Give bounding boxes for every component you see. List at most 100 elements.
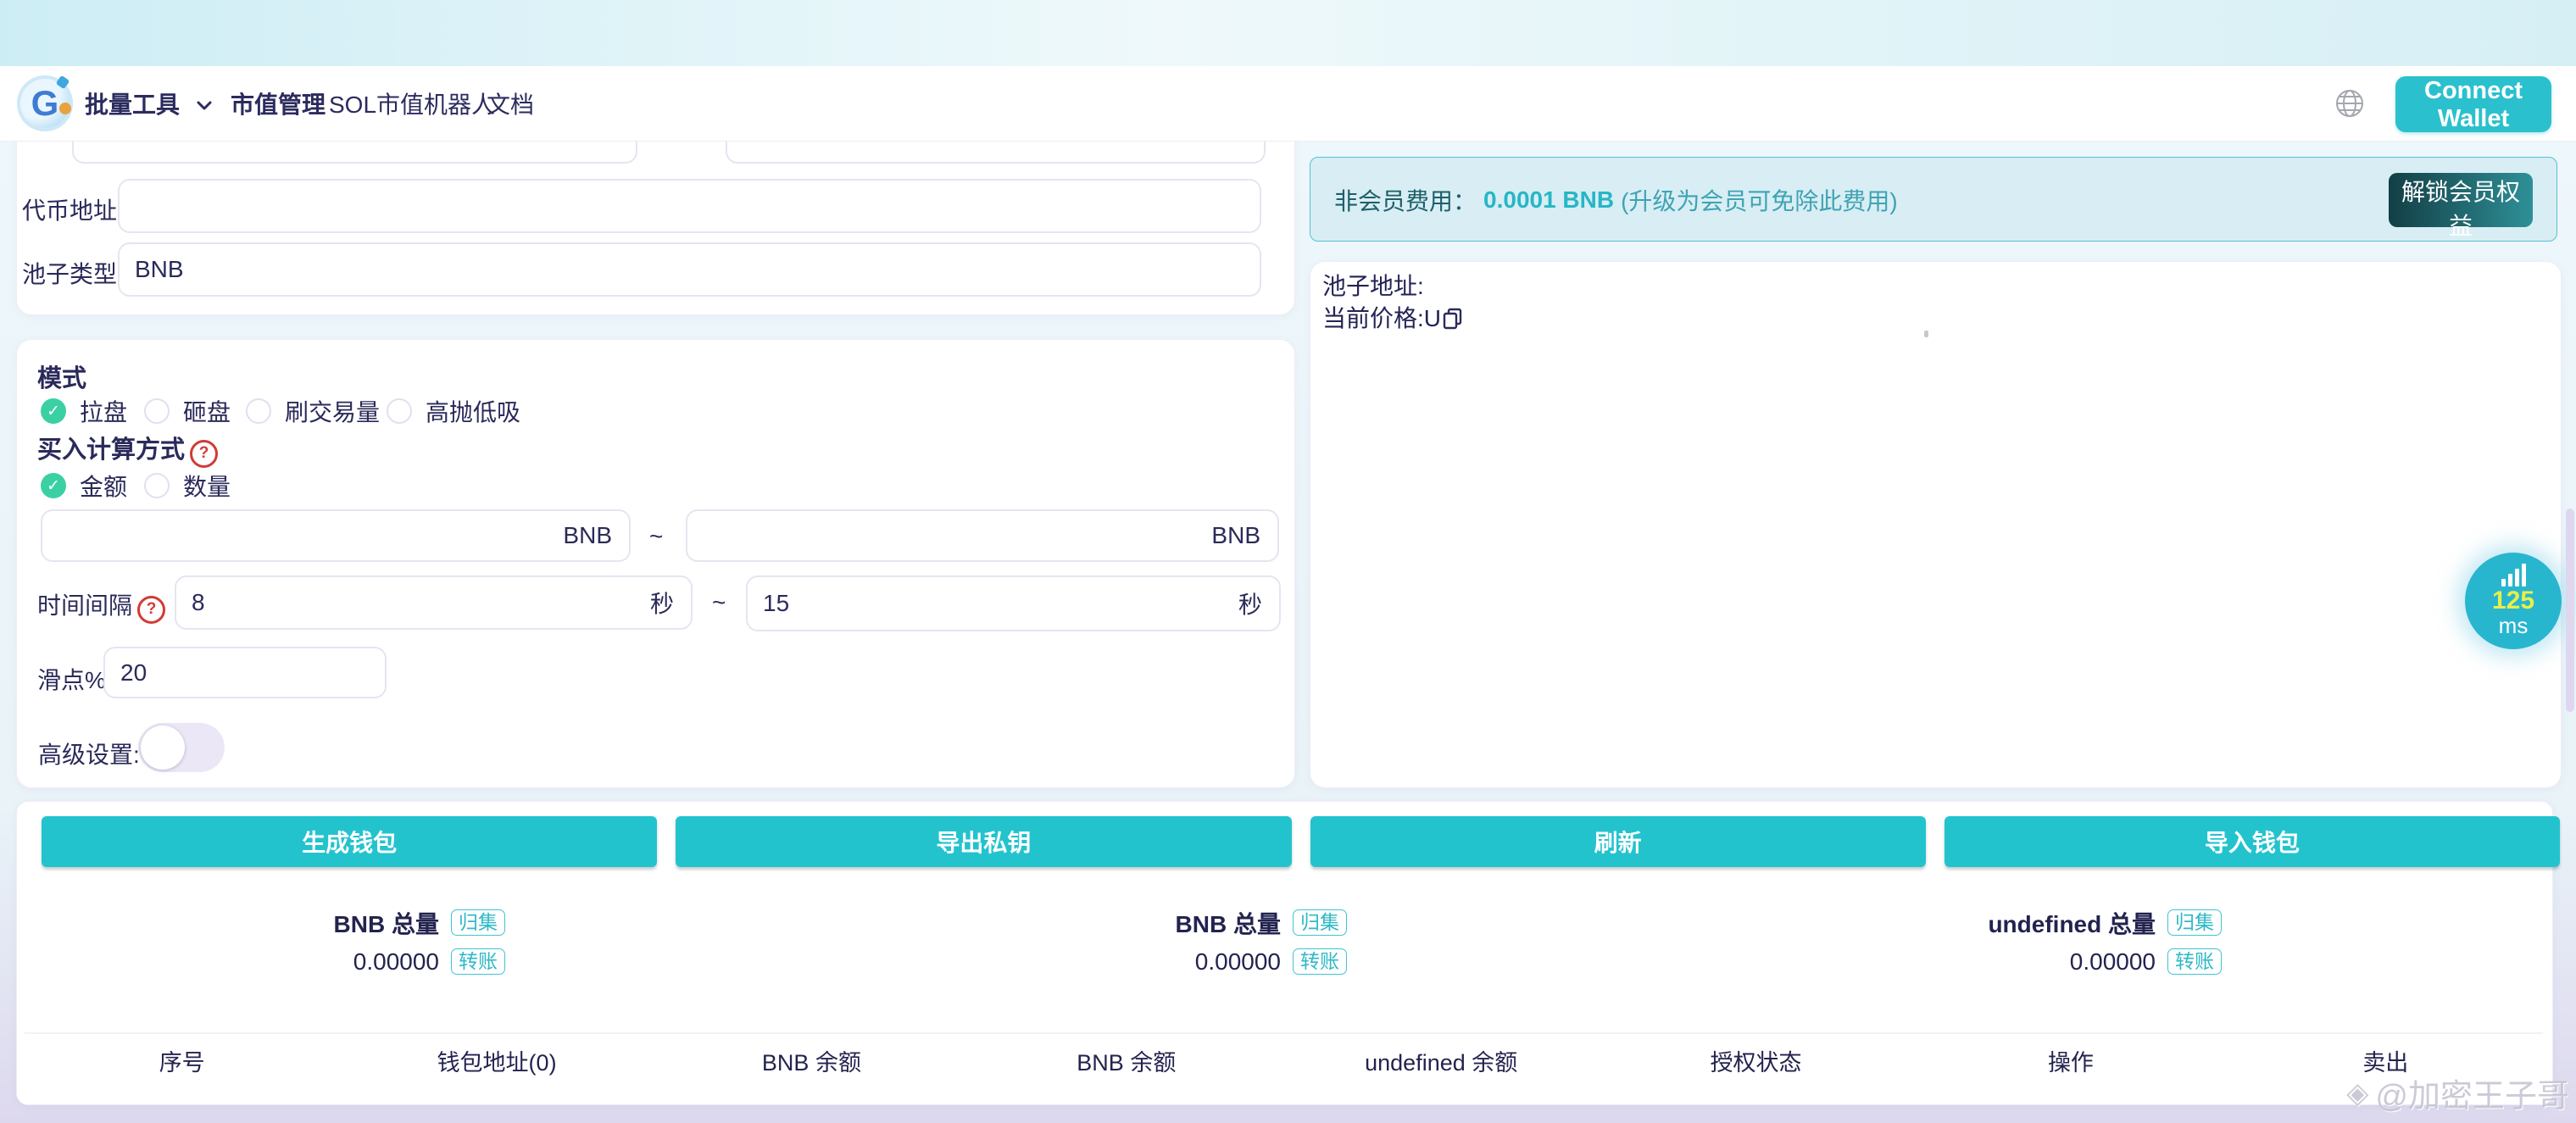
total-group-bnb-2: BNB 总量 归集 0.00000 转账 <box>1008 907 1347 977</box>
fee-note: (升级为会员可免除此费用) <box>1621 183 1898 217</box>
token-address-input[interactable] <box>118 179 1261 233</box>
calc-option-quantity[interactable]: 数量 <box>144 469 231 503</box>
amount-min-input[interactable] <box>41 509 631 562</box>
language-globe-icon[interactable] <box>2334 88 2365 125</box>
watermark: ◈ @加密王子哥 <box>2346 1070 2569 1116</box>
logo-letter: G <box>31 86 59 121</box>
interval-max-input[interactable] <box>746 575 1281 631</box>
pool-price-text: 当前价格:U <box>1322 305 1441 331</box>
interval-label: 时间间隔? <box>37 587 165 624</box>
latency-value: 125 <box>2492 588 2534 614</box>
latency-unit: ms <box>2499 614 2529 637</box>
unlock-membership-button[interactable]: 解锁会员权益 <box>2389 173 2533 227</box>
total-value: 0.00000 <box>353 948 439 976</box>
amount-tilde: ~ <box>649 523 663 550</box>
radio-unchecked-icon[interactable] <box>144 398 170 424</box>
signal-bars-icon <box>2501 564 2526 587</box>
mode-option-label: 砸盘 <box>183 394 231 428</box>
calc-option-label: 数量 <box>183 469 231 503</box>
total-value: 0.00000 <box>2070 948 2156 976</box>
col-header-actions: 操作 <box>1913 1044 2228 1077</box>
interval-min-input[interactable] <box>175 575 693 630</box>
copy-icon[interactable] <box>1443 306 1463 338</box>
col-header-auth-status: 授权状态 <box>1599 1044 1913 1077</box>
buy-calc-title: 买入计算方式? <box>37 430 218 468</box>
radio-unchecked-icon[interactable] <box>387 398 412 424</box>
total-label: BNB 总量 <box>1176 906 1281 940</box>
brand-logo-icon[interactable]: G <box>17 75 73 131</box>
connect-wallet-button[interactable]: Connect Wallet <box>2395 76 2551 132</box>
buy-calc-title-text: 买入计算方式 <box>37 436 185 464</box>
collect-button[interactable]: 归集 <box>1293 909 1347 936</box>
radio-checked-icon[interactable] <box>41 473 66 498</box>
col-header-index: 序号 <box>25 1044 339 1077</box>
radio-unchecked-icon[interactable] <box>144 473 170 498</box>
radio-unchecked-icon[interactable] <box>246 398 271 424</box>
total-group-undefined: undefined 总量 归集 0.00000 转账 <box>1840 907 2222 977</box>
col-header-bnb-balance-1: BNB 余额 <box>654 1044 969 1077</box>
mode-option-swing[interactable]: 高抛低吸 <box>387 394 520 428</box>
wallet-table-header: 序号 钱包地址(0) BNB 余额 BNB 余额 undefined 余额 授权… <box>25 1032 2543 1087</box>
interval-tilde: ~ <box>712 589 726 616</box>
transfer-button[interactable]: 转账 <box>1293 948 1347 975</box>
export-private-key-button[interactable]: 导出私钥 <box>676 816 1291 867</box>
pool-type-input[interactable] <box>118 242 1261 297</box>
scrollbar-thumb[interactable] <box>2566 509 2574 712</box>
pool-address-line: 池子地址: <box>1322 270 1463 303</box>
help-icon[interactable]: ? <box>137 596 165 624</box>
latency-badge[interactable]: 125 ms <box>2465 553 2562 649</box>
token-address-label: 代币地址 <box>22 192 117 226</box>
generate-wallet-button[interactable]: 生成钱包 <box>42 816 657 867</box>
amount-min-wrap: BNB <box>41 509 631 562</box>
total-label: undefined 总量 <box>1988 906 2156 940</box>
diamond-icon: ◈ <box>2346 1076 2368 1110</box>
slippage-input[interactable] <box>103 647 387 698</box>
import-wallet-button[interactable]: 导入钱包 <box>1945 816 2560 867</box>
mode-option-pump[interactable]: 拉盘 <box>41 394 127 428</box>
col-header-undefined-balance: undefined 余额 <box>1284 1044 1599 1077</box>
interval-min-wrap: 秒 <box>175 575 693 630</box>
col-header-address: 钱包地址(0) <box>339 1044 654 1077</box>
mode-settings-card: 模式 拉盘 砸盘 刷交易量 高抛低吸 买入计算方式? 金额 数量 <box>16 339 1295 788</box>
amount-max-input[interactable] <box>686 509 1279 562</box>
pool-info-panel: 池子地址: 当前价格:U <box>1310 261 2562 788</box>
mode-option-dump[interactable]: 砸盘 <box>144 394 231 428</box>
interval-max-wrap: 秒 <box>746 575 1281 631</box>
transfer-button[interactable]: 转账 <box>2167 948 2222 975</box>
mode-title: 模式 <box>37 359 86 394</box>
collect-button[interactable]: 归集 <box>2167 909 2222 936</box>
fee-amount: 0.0001 BNB <box>1483 186 1614 214</box>
calc-option-amount[interactable]: 金额 <box>41 469 127 503</box>
app-root: 代币地址 池子类型 模式 拉盘 砸盘 刷交易量 高抛低吸 买入计算方式? 金额 <box>0 0 2576 1123</box>
nav-item-sol-bot[interactable]: SOL市值机器人 <box>329 66 495 141</box>
fee-label: 非会员费用： <box>1334 183 1477 217</box>
advanced-settings-toggle[interactable] <box>138 723 225 772</box>
watermark-text: @加密王子哥 <box>2375 1070 2569 1116</box>
total-label: BNB 总量 <box>334 906 439 940</box>
interval-label-text: 时间间隔 <box>37 592 132 619</box>
mode-option-label: 刷交易量 <box>285 394 380 428</box>
mode-option-label: 拉盘 <box>80 394 127 428</box>
radio-checked-icon[interactable] <box>41 398 66 424</box>
collect-button[interactable]: 归集 <box>451 909 505 936</box>
transfer-button[interactable]: 转账 <box>451 948 505 975</box>
col-header-bnb-balance-2: BNB 余额 <box>969 1044 1283 1077</box>
pool-type-label: 池子类型 <box>22 256 117 290</box>
wallet-actions-row: 生成钱包 导出私钥 刷新 导入钱包 <box>42 816 2560 867</box>
tools-dropdown[interactable]: 批量工具 <box>85 66 212 141</box>
calc-option-label: 金额 <box>80 469 127 503</box>
chevron-down-icon <box>197 90 212 117</box>
loading-speck <box>1924 331 1928 337</box>
amount-max-wrap: BNB <box>686 509 1279 562</box>
slippage-label: 滑点% <box>37 662 106 696</box>
pool-price-line: 当前价格:U <box>1322 303 1463 338</box>
top-strip <box>0 0 2576 66</box>
mode-option-volume[interactable]: 刷交易量 <box>246 394 380 428</box>
tools-dropdown-label: 批量工具 <box>85 86 180 120</box>
nav-item-docs[interactable]: 文档 <box>487 66 534 141</box>
refresh-button[interactable]: 刷新 <box>1310 816 1926 867</box>
help-icon[interactable]: ? <box>190 440 218 468</box>
navbar: G 批量工具 市值管理 SOL市值机器人 文档 Connect Wallet <box>0 66 2576 141</box>
advanced-settings-label: 高级设置: <box>38 737 140 770</box>
nav-item-market-cap[interactable]: 市值管理 <box>231 66 325 141</box>
